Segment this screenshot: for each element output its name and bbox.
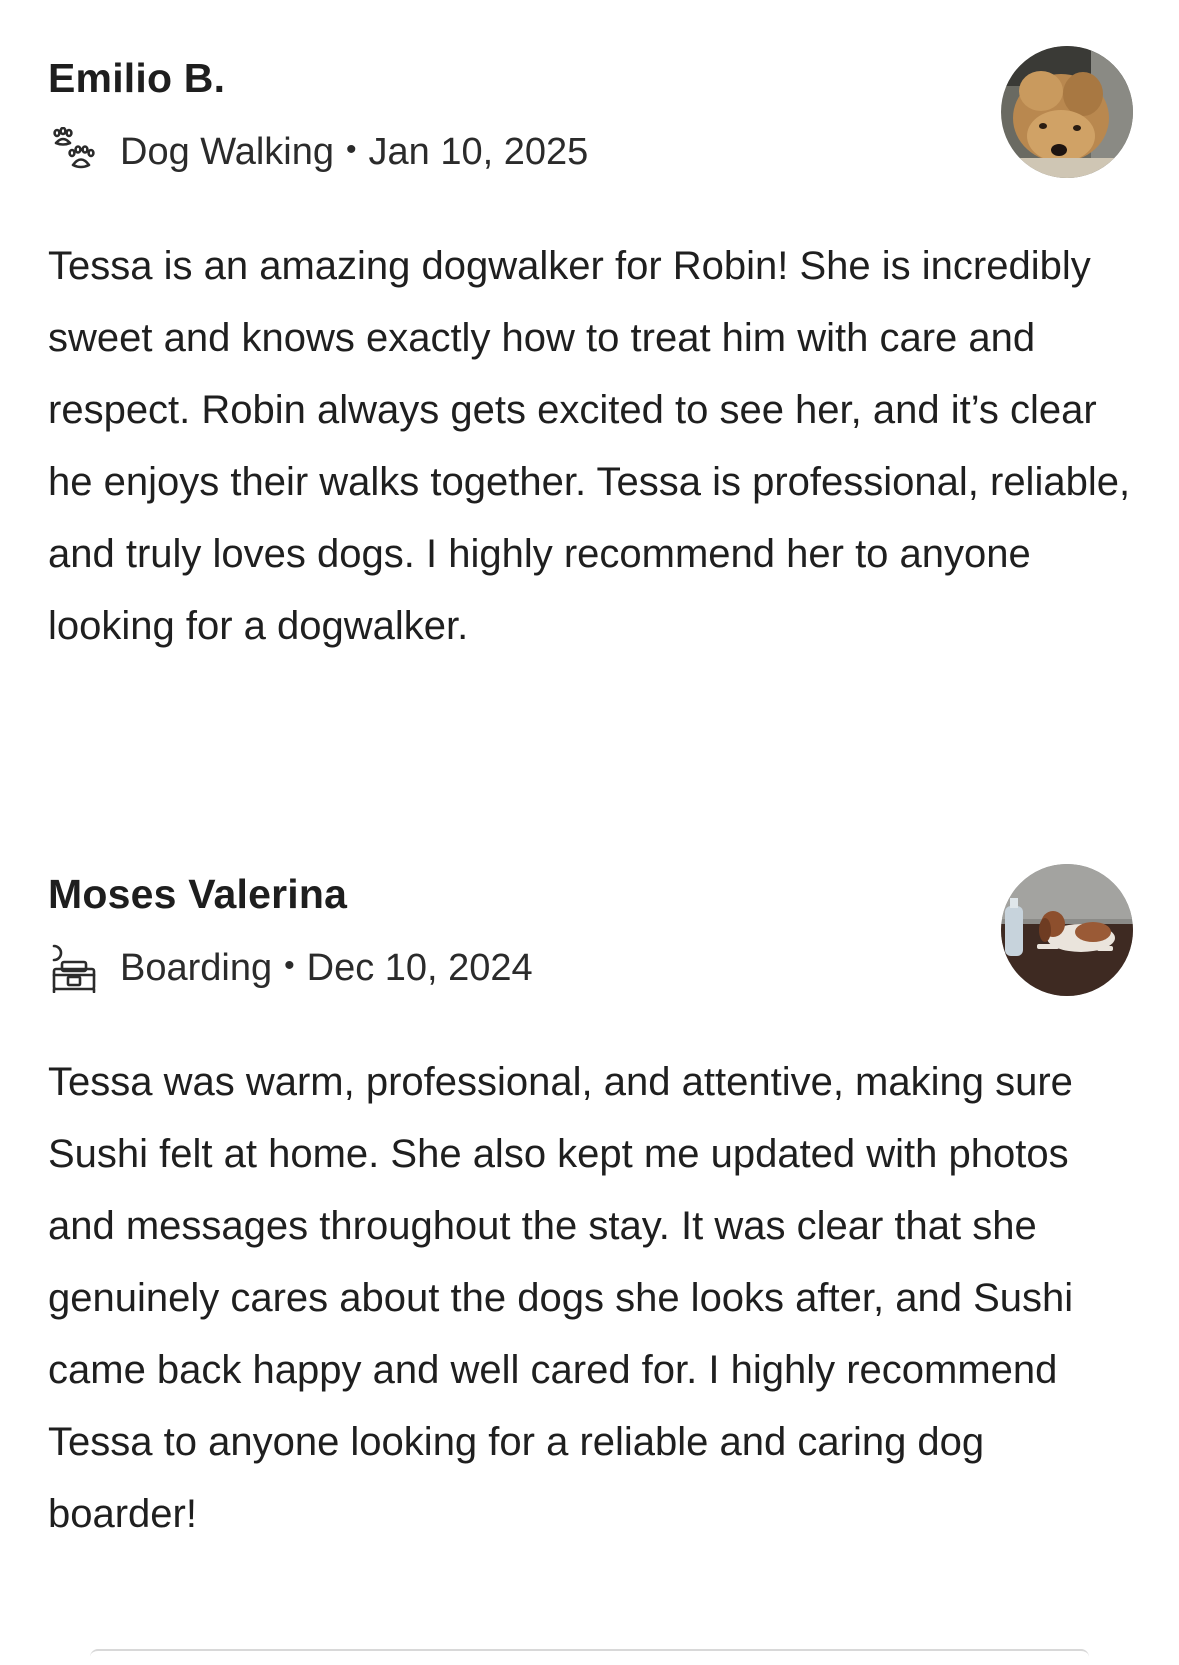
service-label: Boarding: [120, 946, 273, 989]
review-text: Tessa was warm, professional, and attent…: [48, 1060, 1074, 1536]
review-text: Tessa is an amazing dogwalker for Robin!…: [48, 244, 1131, 648]
review-meta: Boarding • Dec 10, 2024: [48, 938, 1133, 998]
reviewer-name: Emilio B.: [48, 55, 226, 101]
review-date: Dec 10, 2024: [306, 946, 533, 989]
service-label: Dog Walking: [120, 130, 335, 173]
paw-icon: [48, 127, 98, 177]
review-meta: Dog Walking • Jan 10, 2025: [48, 122, 1133, 182]
review-date: Jan 10, 2025: [368, 130, 589, 173]
card-divider: [90, 1649, 1089, 1665]
separator-dot: •: [284, 949, 295, 982]
separator-dot: •: [346, 133, 357, 166]
reviewer-name: Moses Valerina: [48, 871, 348, 917]
reviewer-avatar: [1001, 46, 1133, 178]
review-card: Emilio B. Dog Walking • Jan 10, 2025 Tes…: [48, 46, 1133, 662]
boarding-icon: [48, 943, 98, 993]
review-card: Moses Valerina Boarding • Dec 10, 2024 T…: [48, 864, 1133, 1550]
reviewer-avatar: [1001, 864, 1133, 996]
